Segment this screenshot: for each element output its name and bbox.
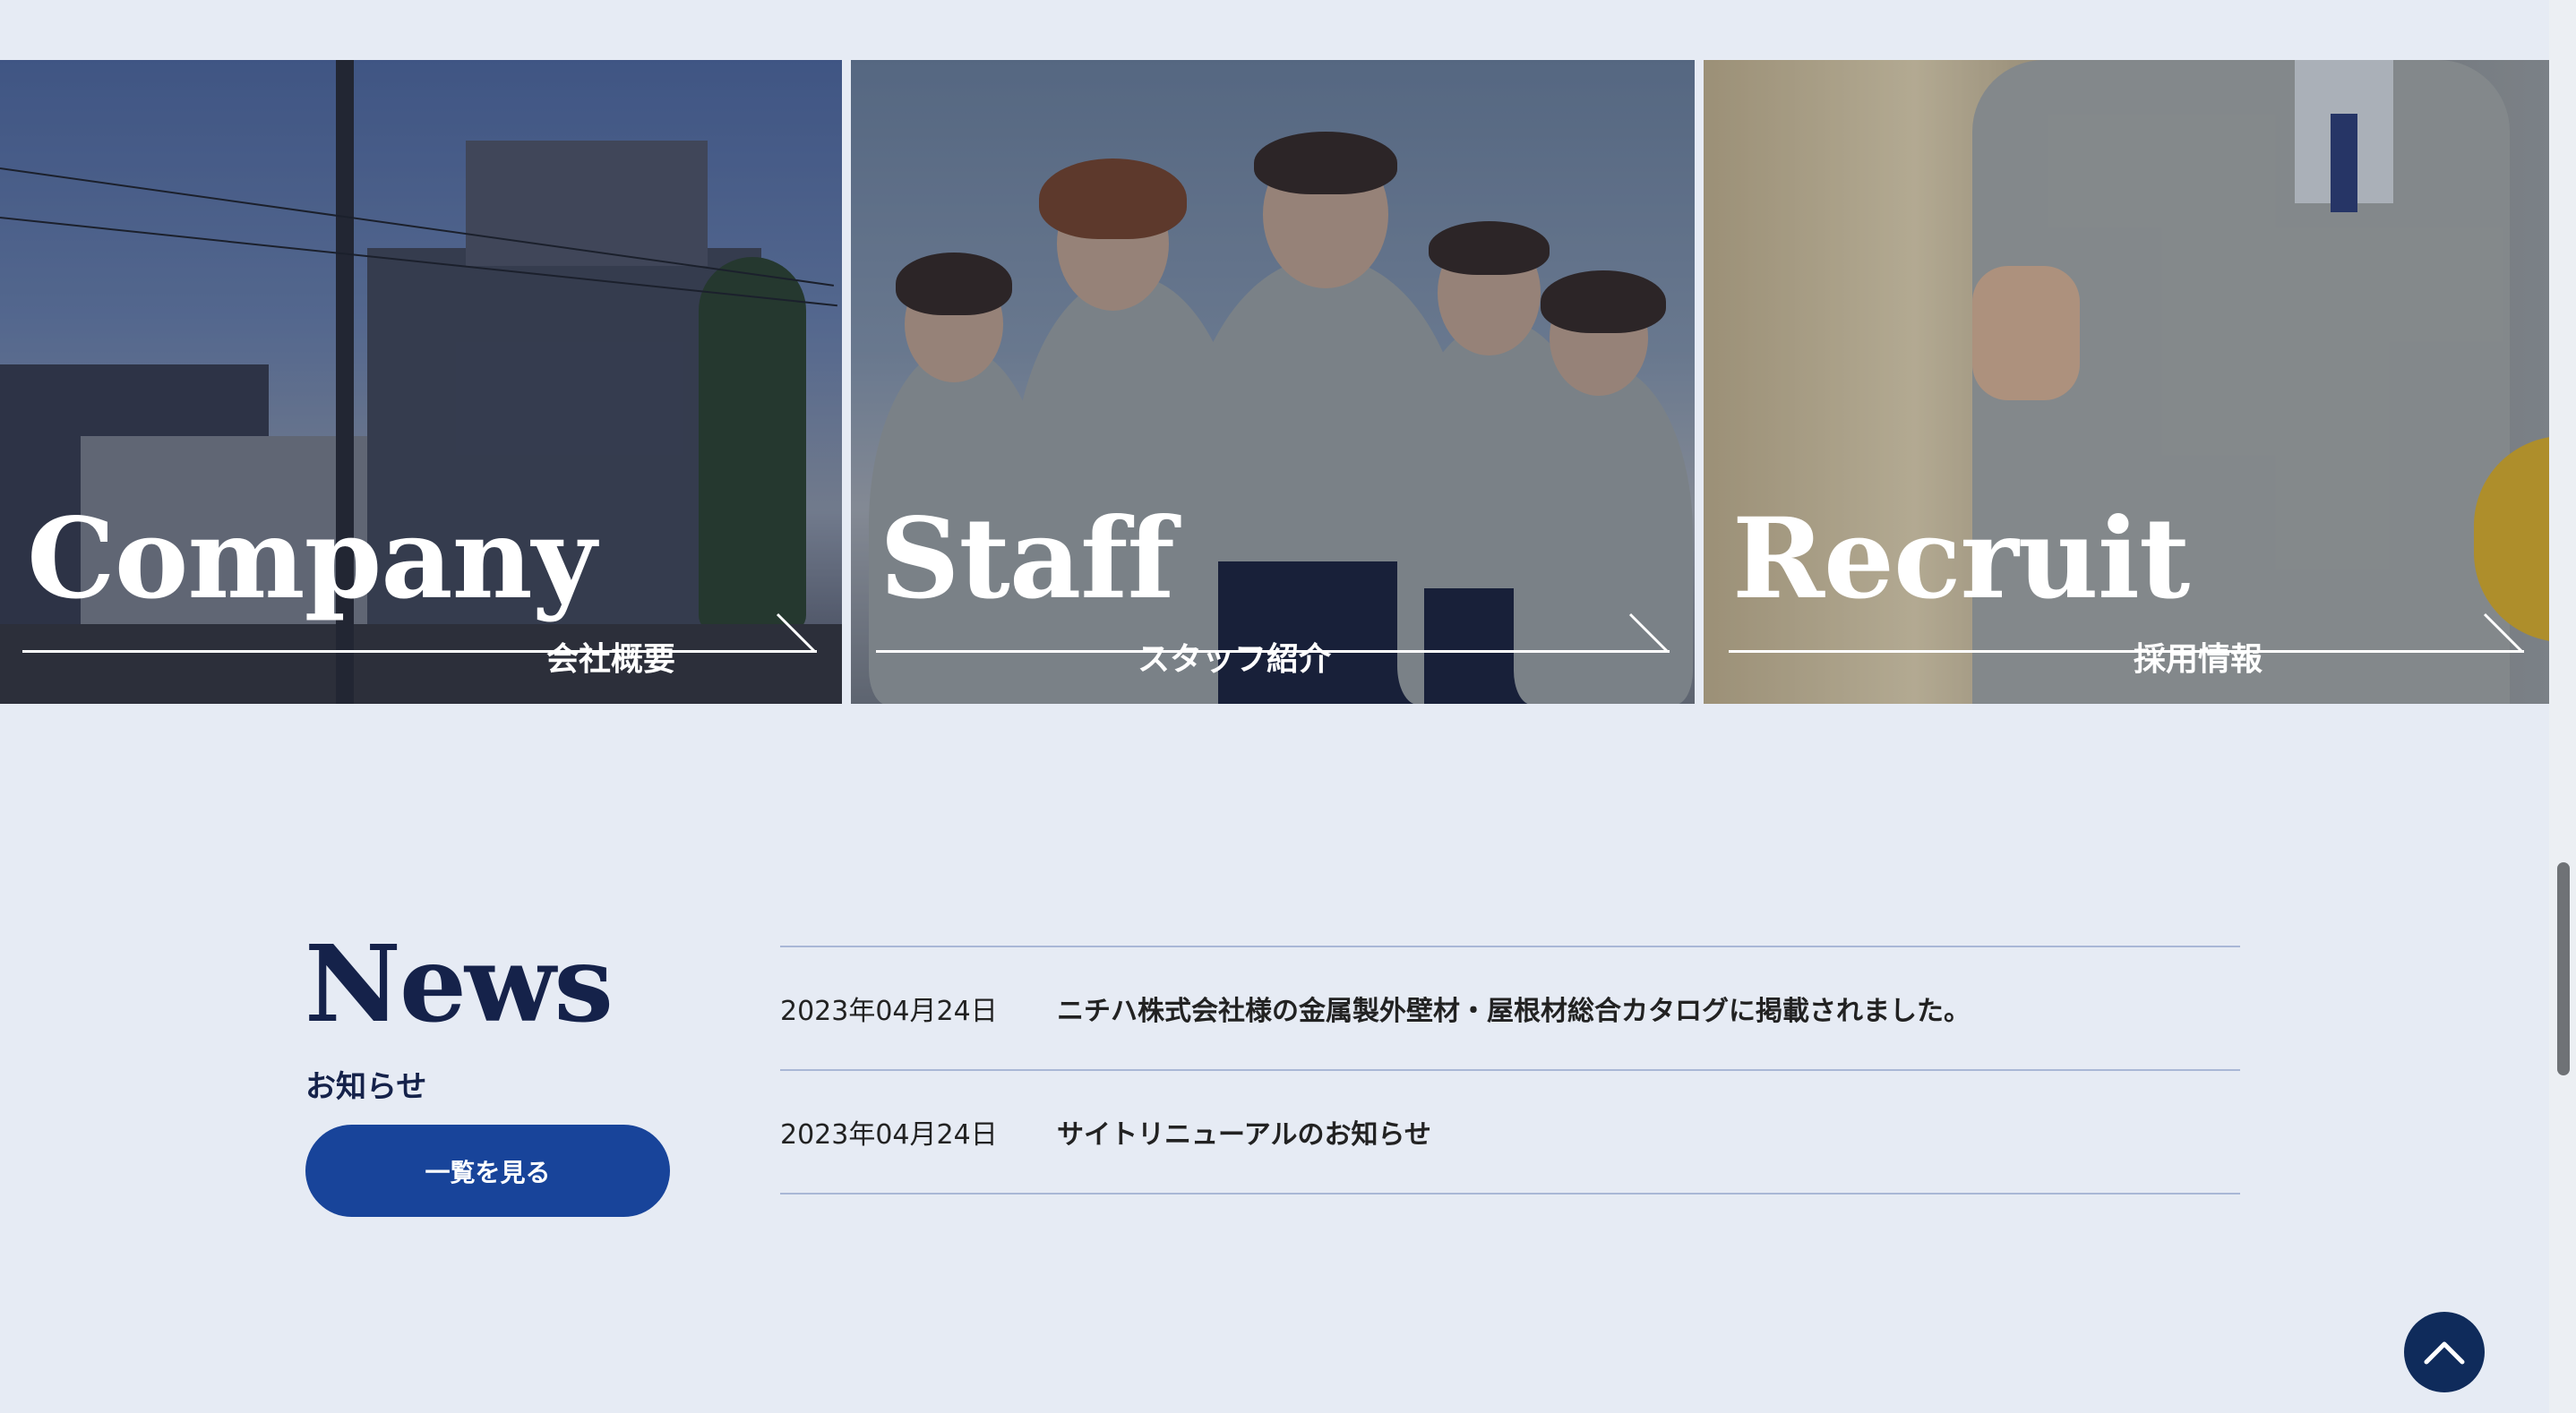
recruit-card-subtitle: 採用情報: [2134, 641, 2263, 678]
company-card-title: Company: [27, 494, 597, 624]
recruit-card[interactable]: Recruit 採用情報: [1704, 60, 2549, 704]
arrow-right-diagonal-icon: [776, 612, 817, 654]
news-date: 2023年04月24日: [780, 996, 998, 1027]
view-all-news-button[interactable]: 一覧を見る: [305, 1125, 670, 1217]
news-item[interactable]: 2023年04月24日 サイトリニューアルのお知らせ: [780, 1069, 2240, 1195]
staff-card-subtitle: スタッフ紹介: [1138, 641, 1332, 678]
category-cards: Company 会社概要 Staff スタッフ紹介 Recruit 採用情報: [0, 60, 2549, 704]
scrollbar-track[interactable]: [2549, 0, 2576, 1413]
company-card[interactable]: Company 会社概要: [0, 60, 842, 704]
news-text: ニチハ株式会社様の金属製外壁材・屋根材総合カタログに掲載されました。: [1057, 996, 1971, 1027]
news-list: 2023年04月24日 ニチハ株式会社様の金属製外壁材・屋根材総合カタログに掲載…: [780, 946, 2240, 1195]
news-date: 2023年04月24日: [780, 1119, 998, 1151]
chevron-up-icon: [2424, 1341, 2465, 1365]
back-to-top-button[interactable]: [2404, 1312, 2485, 1392]
company-card-subtitle: 会社概要: [546, 641, 676, 678]
staff-card[interactable]: Staff スタッフ紹介: [851, 60, 1695, 704]
arrow-right-diagonal-icon: [1628, 612, 1670, 654]
arrow-right-diagonal-icon: [2483, 612, 2524, 654]
card-underline: [876, 650, 1670, 653]
news-subheading: お知らせ: [305, 1069, 427, 1105]
news-heading: News: [305, 921, 614, 1046]
staff-card-title: Staff: [880, 494, 1175, 624]
news-item[interactable]: 2023年04月24日 ニチハ株式会社様の金属製外壁材・屋根材総合カタログに掲載…: [780, 946, 2240, 1069]
recruit-card-title: Recruit: [1732, 494, 2190, 624]
scrollbar-thumb[interactable]: [2557, 862, 2570, 1075]
news-text: サイトリニューアルのお知らせ: [1057, 1119, 1431, 1151]
card-underline: [22, 650, 817, 653]
card-underline: [1729, 650, 2524, 653]
